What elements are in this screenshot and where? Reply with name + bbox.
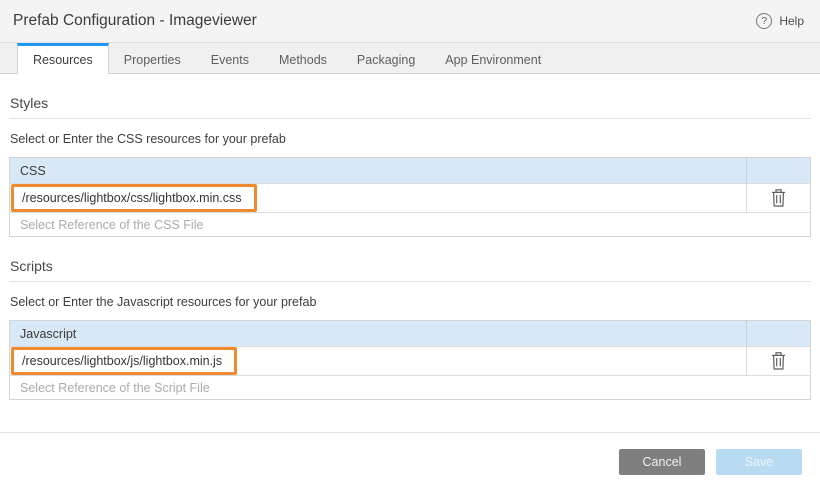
- css-resource-entry[interactable]: /resources/lightbox/css/lightbox.min.css: [10, 184, 747, 213]
- help-button[interactable]: ? Help: [756, 13, 804, 29]
- help-label: Help: [779, 14, 804, 28]
- styles-section-heading: Styles: [9, 95, 811, 119]
- scripts-section-heading: Scripts: [9, 258, 811, 282]
- footer-divider: [0, 432, 820, 433]
- tab-properties[interactable]: Properties: [109, 43, 196, 73]
- script-reference-placeholder-field[interactable]: Select Reference of the Script File: [10, 376, 811, 400]
- tab-packaging[interactable]: Packaging: [342, 43, 430, 73]
- resources-panel: Styles Select or Enter the CSS resources…: [0, 95, 820, 400]
- tab-bar: Resources Properties Events Methods Pack…: [0, 43, 820, 74]
- annotation-highlight: /resources/lightbox/css/lightbox.min.css: [11, 184, 257, 212]
- css-column-header: CSS: [10, 158, 747, 184]
- css-resource-path: /resources/lightbox/css/lightbox.min.css: [22, 191, 242, 205]
- javascript-column-header: Javascript: [10, 321, 747, 347]
- script-resource-entry[interactable]: /resources/lightbox/js/lightbox.min.js: [10, 347, 747, 376]
- table-row: /resources/lightbox/js/lightbox.min.js: [10, 347, 811, 376]
- table-row: Select Reference of the CSS File: [10, 213, 811, 237]
- table-row: /resources/lightbox/css/lightbox.min.css: [10, 184, 811, 213]
- styles-section-description: Select or Enter the CSS resources for yo…: [10, 132, 811, 146]
- footer-actions: Cancel Save: [619, 449, 802, 475]
- dialog-header: Prefab Configuration - Imageviewer ? Hel…: [0, 0, 820, 43]
- question-mark-icon: ?: [756, 13, 772, 29]
- css-resources-table: CSS /resources/lightbox/css/lightbox.min…: [9, 157, 811, 237]
- scripts-section-description: Select or Enter the Javascript resources…: [10, 295, 811, 309]
- tab-events[interactable]: Events: [196, 43, 264, 73]
- delete-css-resource-button[interactable]: [747, 184, 811, 213]
- page-title: Prefab Configuration - Imageviewer: [13, 12, 257, 30]
- table-header-row: Javascript: [10, 321, 811, 347]
- save-button[interactable]: Save: [716, 449, 802, 475]
- annotation-highlight: /resources/lightbox/js/lightbox.min.js: [11, 347, 237, 375]
- tab-app-environment[interactable]: App Environment: [430, 43, 556, 73]
- cancel-button[interactable]: Cancel: [619, 449, 705, 475]
- delete-script-resource-button[interactable]: [747, 347, 811, 376]
- table-header-row: CSS: [10, 158, 811, 184]
- trash-icon: [747, 189, 810, 207]
- script-resource-path: /resources/lightbox/js/lightbox.min.js: [22, 354, 222, 368]
- css-reference-placeholder-field[interactable]: Select Reference of the CSS File: [10, 213, 811, 237]
- table-row: Select Reference of the Script File: [10, 376, 811, 400]
- tab-methods[interactable]: Methods: [264, 43, 342, 73]
- actions-column-header: [747, 321, 811, 347]
- tab-resources[interactable]: Resources: [17, 43, 109, 74]
- trash-icon: [747, 352, 810, 370]
- actions-column-header: [747, 158, 811, 184]
- script-resources-table: Javascript /resources/lightbox/js/lightb…: [9, 320, 811, 400]
